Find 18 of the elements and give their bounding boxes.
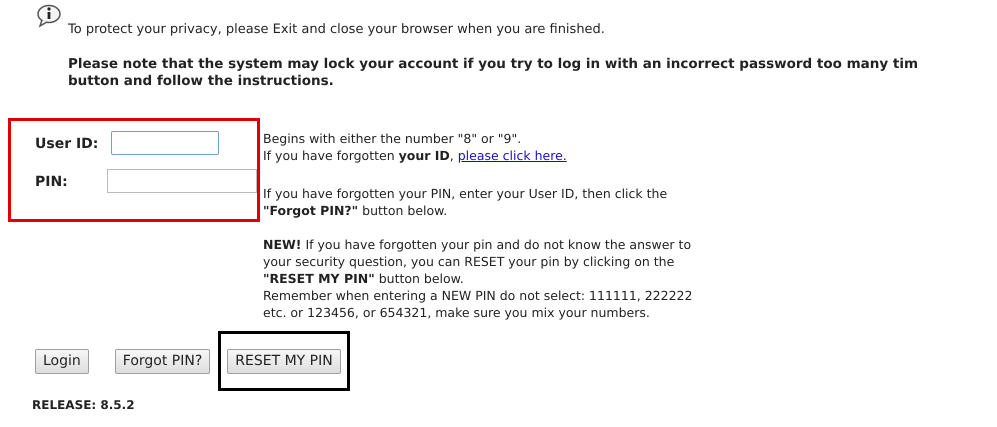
- field-label: User ID:: [35, 135, 100, 154]
- lock-warning: button and follow the instructions.: [68, 73, 335, 90]
- release-label: RELEASE: 8.5.2: [31, 397, 136, 414]
- login-button[interactable]: Login: [35, 349, 89, 374]
- forgot-pin-help: If you have forgotten your PIN, enter your User ID, then click the "Forgot PIN?" button below.: [263, 185, 668, 219]
- input-field[interactable]: [111, 131, 219, 155]
- info-icon: [36, 4, 62, 28]
- input-field[interactable]: [107, 169, 257, 193]
- privacy-notice: To protect your privacy, please Exit and close your browser when you are finished.: [68, 22, 606, 38]
- forgot-id-text: If you have forgotten your ID, please click here.: [263, 147, 568, 164]
- click-here-link[interactable]: please click here.: [458, 148, 567, 163]
- field-label: PIN:: [35, 173, 69, 192]
- forgot-pin-button[interactable]: Forgot PIN?: [114, 349, 210, 374]
- reset-pin-help: NEW! If you have forgotten your pin and do not know the answer to your security question, you can RESET your pin by clicking on the "RESET MY PIN" button below.: [263, 236, 692, 287]
- pin-rules: Remember when entering a NEW PIN do not select: 111111, 222222 etc. or 123456, or 654321, make sure you mix your numbers.: [263, 287, 694, 321]
- reset-pin-button[interactable]: RESET MY PIN: [227, 349, 341, 374]
- lock-warning: Please note that the system may lock your account if you try to log in with an incorrect password too many tim: [68, 56, 920, 73]
- id-hint: Begins with either the number "8" or "9".: [263, 130, 522, 147]
